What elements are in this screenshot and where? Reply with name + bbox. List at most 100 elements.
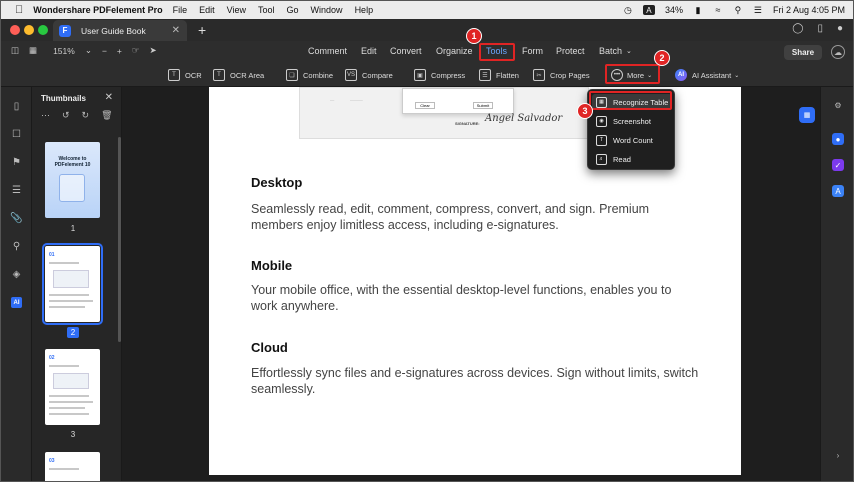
search-panel-icon[interactable]: ⚲: [11, 241, 22, 252]
menu-edit[interactable]: Edit: [199, 5, 215, 15]
page-thumbnail-4[interactable]: 03: [45, 452, 100, 481]
menu-file[interactable]: File: [173, 5, 188, 15]
tab-comment[interactable]: Comment: [308, 46, 347, 56]
bell-icon[interactable]: ◯: [792, 23, 803, 34]
battery-percent: 34%: [664, 5, 683, 15]
annotation-box-tools: [479, 43, 515, 61]
compress-button[interactable]: ▣ Compress: [414, 67, 465, 83]
word-count-icon: T: [596, 134, 607, 146]
crop-pages-button[interactable]: ✂ Crop Pages: [533, 67, 590, 83]
apple-icon[interactable]: : [15, 4, 23, 16]
battery-icon[interactable]: ▮: [693, 5, 703, 15]
ocr-label: OCR: [185, 70, 202, 80]
timemachine-icon[interactable]: ◷: [623, 5, 633, 15]
mac-menubar:  Wondershare PDFelement Pro File Edit V…: [1, 1, 853, 19]
ai-assistant-button[interactable]: AI AI Assistant ⌄: [675, 67, 739, 83]
cover-illustration: [59, 174, 85, 202]
thumb4-line: [49, 468, 79, 470]
ai-assistant-label: AI Assistant: [692, 70, 732, 80]
properties-icon[interactable]: ⚙: [832, 99, 844, 111]
minimize-window-button[interactable]: [24, 25, 34, 35]
word-count-label: Word Count: [613, 135, 653, 145]
bookmark-panel-icon[interactable]: ⚑: [11, 157, 22, 168]
thumb3-line: [49, 395, 89, 397]
account-icon[interactable]: ●: [837, 23, 843, 34]
page-thumbnail-3[interactable]: 02: [45, 349, 100, 425]
tab-convert[interactable]: Convert: [390, 46, 422, 56]
menu-item-word-count[interactable]: T Word Count: [592, 132, 672, 148]
tab-organize[interactable]: Organize: [436, 46, 473, 56]
section-body-desktop: Seamlessly read, edit, comment, compress…: [251, 202, 650, 232]
page-thumbnail-1[interactable]: Welcome to PDFelement 10: [45, 142, 100, 218]
rotate-right-icon[interactable]: ↻: [82, 110, 90, 121]
fields-panel-icon[interactable]: ☰: [11, 185, 22, 196]
layers-panel-icon[interactable]: ◈: [11, 269, 22, 280]
control-center-icon[interactable]: ☰: [753, 5, 763, 15]
read-label: Read: [613, 154, 631, 164]
tab-batch[interactable]: Batch: [599, 46, 622, 56]
dialog-clear-button: Clear: [415, 102, 435, 109]
floating-translate-icon[interactable]: ▦: [799, 107, 815, 123]
tab-edit[interactable]: Edit: [361, 46, 377, 56]
tab-form[interactable]: Form: [522, 46, 543, 56]
combine-label: Combine: [303, 70, 334, 80]
new-tab-button[interactable]: +: [198, 22, 206, 38]
app-menu[interactable]: Wondershare PDFelement Pro: [33, 5, 162, 15]
signature: Angel Salvador: [485, 113, 563, 124]
close-panel-icon[interactable]: ✕: [105, 92, 113, 103]
ocr-area-button[interactable]: T OCR Area: [213, 67, 264, 83]
thumb2-line: [49, 262, 79, 264]
menu-window[interactable]: Window: [311, 5, 343, 15]
menu-view[interactable]: View: [227, 5, 246, 15]
thumbnails-panel-icon[interactable]: ▯: [11, 101, 22, 112]
section-heading-cloud: Cloud: [251, 340, 288, 355]
rotate-left-icon[interactable]: ↺: [62, 110, 70, 121]
annotation-box-more: [605, 64, 660, 84]
close-window-button[interactable]: [10, 25, 20, 35]
ai-panel-icon[interactable]: AI: [11, 297, 22, 308]
menu-help[interactable]: Help: [355, 5, 374, 15]
wifi-icon[interactable]: ≈: [713, 5, 723, 15]
menu-item-screenshot[interactable]: ◉ Screenshot: [592, 113, 672, 129]
thumb2-line: [49, 294, 89, 296]
share-button[interactable]: Share: [784, 45, 822, 60]
comments-panel-icon[interactable]: ☐: [11, 129, 22, 140]
cloud-sync-icon[interactable]: ☁: [831, 45, 845, 59]
thumbnails-scrollbar[interactable]: [118, 137, 121, 342]
menu-go[interactable]: Go: [287, 5, 299, 15]
ai-icon: AI: [675, 69, 687, 81]
ocr-area-label: OCR Area: [230, 70, 265, 80]
delete-page-icon[interactable]: 🗑: [101, 110, 112, 121]
zoom-window-button[interactable]: [38, 25, 48, 35]
batch-dropdown-icon[interactable]: ⌄: [626, 47, 632, 55]
close-tab-icon[interactable]: ✕: [172, 25, 180, 36]
document-tab[interactable]: F User Guide Book ✕: [53, 20, 187, 41]
page-thumbnail-2[interactable]: 01: [42, 243, 103, 325]
thumbnails-panel: Thumbnails ✕ ⋯ ↺ ↻ 🗑 Welcome to PDFeleme…: [32, 87, 122, 481]
annotation-badge-3: 3: [577, 103, 593, 119]
translate-icon[interactable]: A: [832, 185, 844, 197]
menu-tool[interactable]: Tool: [258, 5, 275, 15]
mobile-icon[interactable]: ▯: [817, 23, 823, 34]
dialog-submit-button: Submit: [473, 102, 493, 109]
search-icon[interactable]: ⚲: [733, 5, 743, 15]
thumb3-line: [49, 407, 85, 409]
menu-item-read[interactable]: ♬ Read: [592, 151, 672, 167]
more-options-icon[interactable]: ⋯: [41, 110, 50, 121]
input-source-icon[interactable]: A: [642, 5, 655, 15]
compress-label: Compress: [431, 70, 466, 80]
cover-title: Welcome to PDFelement 10: [54, 156, 91, 168]
flatten-button[interactable]: ☰ Flatten: [479, 67, 519, 83]
check-icon[interactable]: ✓: [832, 159, 844, 171]
screenshot-label: Screenshot: [613, 116, 651, 126]
combine-button[interactable]: ❏ Combine: [286, 67, 333, 83]
crop-icon: ✂: [533, 69, 545, 81]
clock[interactable]: Fri 2 Aug 4:05 PM: [773, 5, 845, 15]
ocr-button[interactable]: T OCR: [168, 67, 202, 83]
compare-button[interactable]: VS Compare: [345, 67, 393, 83]
attachment-panel-icon[interactable]: 📎: [10, 213, 22, 224]
tab-protect[interactable]: Protect: [556, 46, 585, 56]
chat-ai-icon[interactable]: ●: [832, 133, 844, 145]
thumb2-line: [49, 300, 93, 302]
expand-panel-icon[interactable]: ›: [832, 449, 844, 461]
